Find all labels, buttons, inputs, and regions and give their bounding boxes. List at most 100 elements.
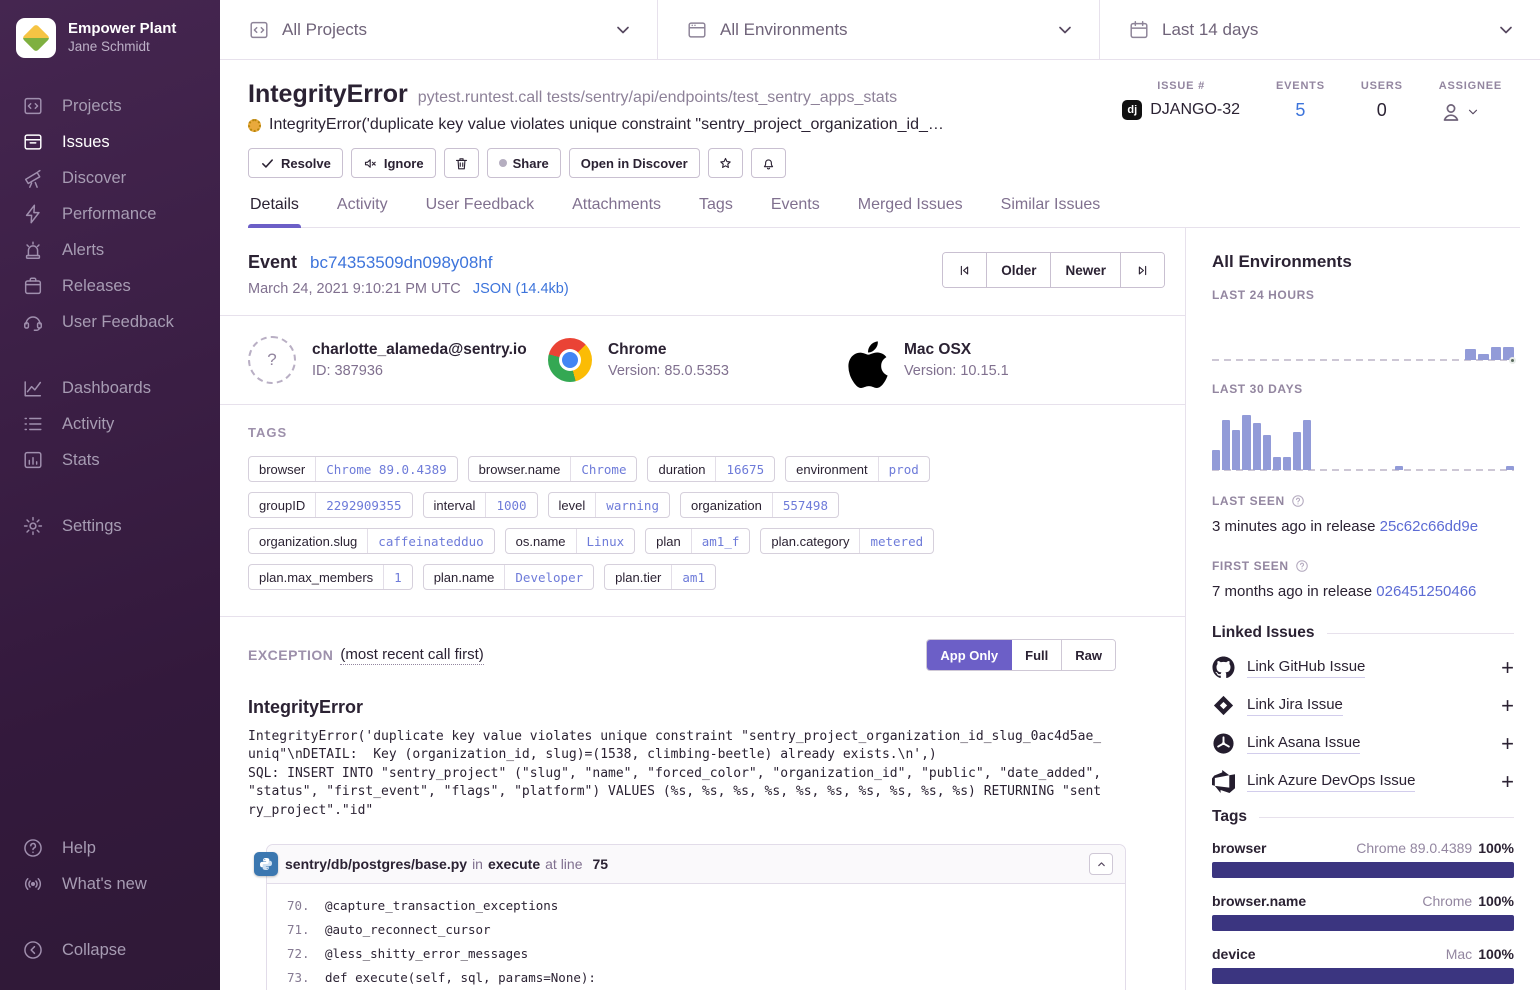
sidebar-item[interactable]: Alerts <box>0 232 220 268</box>
tag-pill[interactable]: plan.name Developer <box>423 564 594 590</box>
sidebar-item[interactable]: Stats <box>0 442 220 478</box>
assignee-dropdown[interactable] <box>1439 100 1502 124</box>
tags-section: TAGS browser Chrome 89.0.4389 browser.na… <box>220 405 1185 617</box>
org-switcher[interactable]: Empower Plant Jane Schmidt <box>0 18 220 84</box>
issue-tab[interactable]: User Feedback <box>424 196 537 227</box>
first-seen-release-link[interactable]: 026451250466 <box>1376 583 1476 600</box>
org-avatar <box>16 18 56 58</box>
sidebar-collapse-button[interactable]: Collapse <box>0 932 220 968</box>
events-chart-30d[interactable] <box>1212 408 1514 470</box>
tag-pill[interactable]: duration 16675 <box>647 456 775 482</box>
stacktrace-toggle-option[interactable]: Raw <box>1062 640 1115 670</box>
issue-tab[interactable]: Merged Issues <box>856 196 965 227</box>
apple-icon <box>848 338 888 382</box>
os-context: Mac OSX Version: 10.15.1 <box>848 336 1148 384</box>
resolve-button[interactable]: Resolve <box>248 148 343 178</box>
stacktrace-toggle-option[interactable]: App Only <box>927 640 1012 670</box>
chart-bar <box>1395 466 1403 470</box>
issue-message: IntegrityError('duplicate key value viol… <box>269 116 944 134</box>
sidebar-item[interactable]: Releases <box>0 268 220 304</box>
issue-tab[interactable]: Similar Issues <box>999 196 1103 227</box>
sidebar-item[interactable]: What's new <box>0 866 220 902</box>
sidebar-item[interactable]: Projects <box>0 88 220 124</box>
tag-pill[interactable]: interval 1000 <box>423 492 538 518</box>
sidebar-item[interactable]: Settings <box>0 508 220 544</box>
tag-pill[interactable]: browser Chrome 89.0.4389 <box>248 456 458 482</box>
stacktrace-toggle-option[interactable]: Full <box>1012 640 1062 670</box>
sidebar-item[interactable]: Performance <box>0 196 220 232</box>
add-linked-issue-button[interactable]: + <box>1501 771 1514 793</box>
exception-order-note[interactable]: (most recent call first) <box>340 646 483 665</box>
question-icon <box>1291 494 1305 508</box>
environment-selector[interactable]: All Environments <box>658 0 1100 59</box>
tag-pill[interactable]: organization 557498 <box>680 492 839 518</box>
tag-pill[interactable]: environment prod <box>785 456 930 482</box>
tag-pill[interactable]: browser.name Chrome <box>468 456 638 482</box>
issue-tab[interactable]: Details <box>248 196 301 227</box>
tag-pill[interactable]: organization.slug caffeinatedduo <box>248 528 495 554</box>
newer-event-button[interactable]: Newer <box>1051 253 1121 287</box>
sidebar-item-label: What's new <box>62 875 147 894</box>
share-button[interactable]: Share <box>487 148 561 178</box>
tag-pill[interactable]: plan.max_members 1 <box>248 564 413 590</box>
linked-issue-link[interactable]: Link Azure DevOps Issue <box>1247 772 1415 792</box>
tag-distribution-row[interactable]: browser.name Chrome 100% <box>1212 893 1514 931</box>
event-pagination: Older Newer <box>942 252 1165 288</box>
linked-issue-link[interactable]: Link GitHub Issue <box>1247 658 1365 678</box>
sidebar-item[interactable]: User Feedback <box>0 304 220 340</box>
share-status-icon <box>499 159 507 167</box>
sidebar-item[interactable]: Dashboards <box>0 370 220 406</box>
open-in-discover-button[interactable]: Open in Discover <box>569 148 700 178</box>
add-linked-issue-button[interactable]: + <box>1501 657 1514 679</box>
events-chart-24h[interactable] <box>1212 314 1514 360</box>
tag-pill[interactable]: plan.tier am1 <box>604 564 716 590</box>
frame-collapse-button[interactable] <box>1089 853 1113 875</box>
frame-lineno: 75 <box>592 856 608 872</box>
ignore-button[interactable]: Ignore <box>351 148 436 178</box>
tag-distribution-row[interactable]: device Mac 100% <box>1212 946 1514 984</box>
issue-tab[interactable]: Events <box>769 196 822 227</box>
tag-pill[interactable]: groupID 2292909355 <box>248 492 413 518</box>
issue-tab[interactable]: Tags <box>697 196 735 227</box>
users-count[interactable]: 0 <box>1361 100 1403 121</box>
add-linked-issue-button[interactable]: + <box>1501 733 1514 755</box>
sidebar-item[interactable]: Help <box>0 830 220 866</box>
latest-event-button[interactable] <box>1121 253 1164 287</box>
asana-icon <box>1212 732 1235 755</box>
delete-button[interactable] <box>444 148 479 178</box>
subscribe-button[interactable] <box>751 148 786 178</box>
issue-tab[interactable]: Attachments <box>570 196 663 227</box>
oldest-event-button[interactable] <box>943 253 987 287</box>
daterange-selector[interactable]: Last 14 days <box>1100 0 1540 59</box>
tag-pill[interactable]: os.name Linux <box>505 528 636 554</box>
event-json-link[interactable]: JSON (14.4kb) <box>473 281 569 297</box>
tags-section-title: TAGS <box>248 425 1157 440</box>
issue-tabs: Details Activity User Feedback Attachmen… <box>248 196 1520 228</box>
linked-issue-link[interactable]: Link Asana Issue <box>1247 734 1360 754</box>
frame-header[interactable]: sentry/db/postgres/base.py in execute at… <box>267 845 1125 884</box>
linked-issue-link[interactable]: Link Jira Issue <box>1247 696 1343 716</box>
events-count[interactable]: 5 <box>1276 100 1325 121</box>
help-icon <box>22 837 44 859</box>
tag-pill[interactable]: plan.category metered <box>760 528 934 554</box>
tag-distribution-row[interactable]: browser Chrome 89.0.4389 100% <box>1212 840 1514 878</box>
older-event-button[interactable]: Older <box>987 253 1051 287</box>
add-linked-issue-button[interactable]: + <box>1501 695 1514 717</box>
sidebar-item[interactable]: Discover <box>0 160 220 196</box>
linked-issues-list: Link GitHub Issue + Link Jira Issue + Li <box>1212 656 1514 793</box>
chevron-down-icon <box>1466 105 1480 119</box>
exception-label: EXCEPTION <box>248 647 333 663</box>
browser-context: Chrome Version: 85.0.5353 <box>548 336 848 384</box>
event-id-link[interactable]: bc74353509dn098y08hf <box>310 253 492 272</box>
user-context: ? charlotte_alameda@sentry.io ID: 387936 <box>248 336 548 384</box>
bookmark-button[interactable] <box>708 148 743 178</box>
tag-pill[interactable]: plan am1_f <box>645 528 750 554</box>
chevron-down-icon <box>1055 20 1075 40</box>
last-seen-release-link[interactable]: 25c62c66dd9e <box>1380 518 1478 535</box>
project-selector[interactable]: All Projects <box>220 0 658 59</box>
issue-tab[interactable]: Activity <box>335 196 390 227</box>
sidebar-item[interactable]: Activity <box>0 406 220 442</box>
chart-bar <box>1212 450 1220 470</box>
tag-pill[interactable]: level warning <box>548 492 670 518</box>
sidebar-item[interactable]: Issues <box>0 124 220 160</box>
